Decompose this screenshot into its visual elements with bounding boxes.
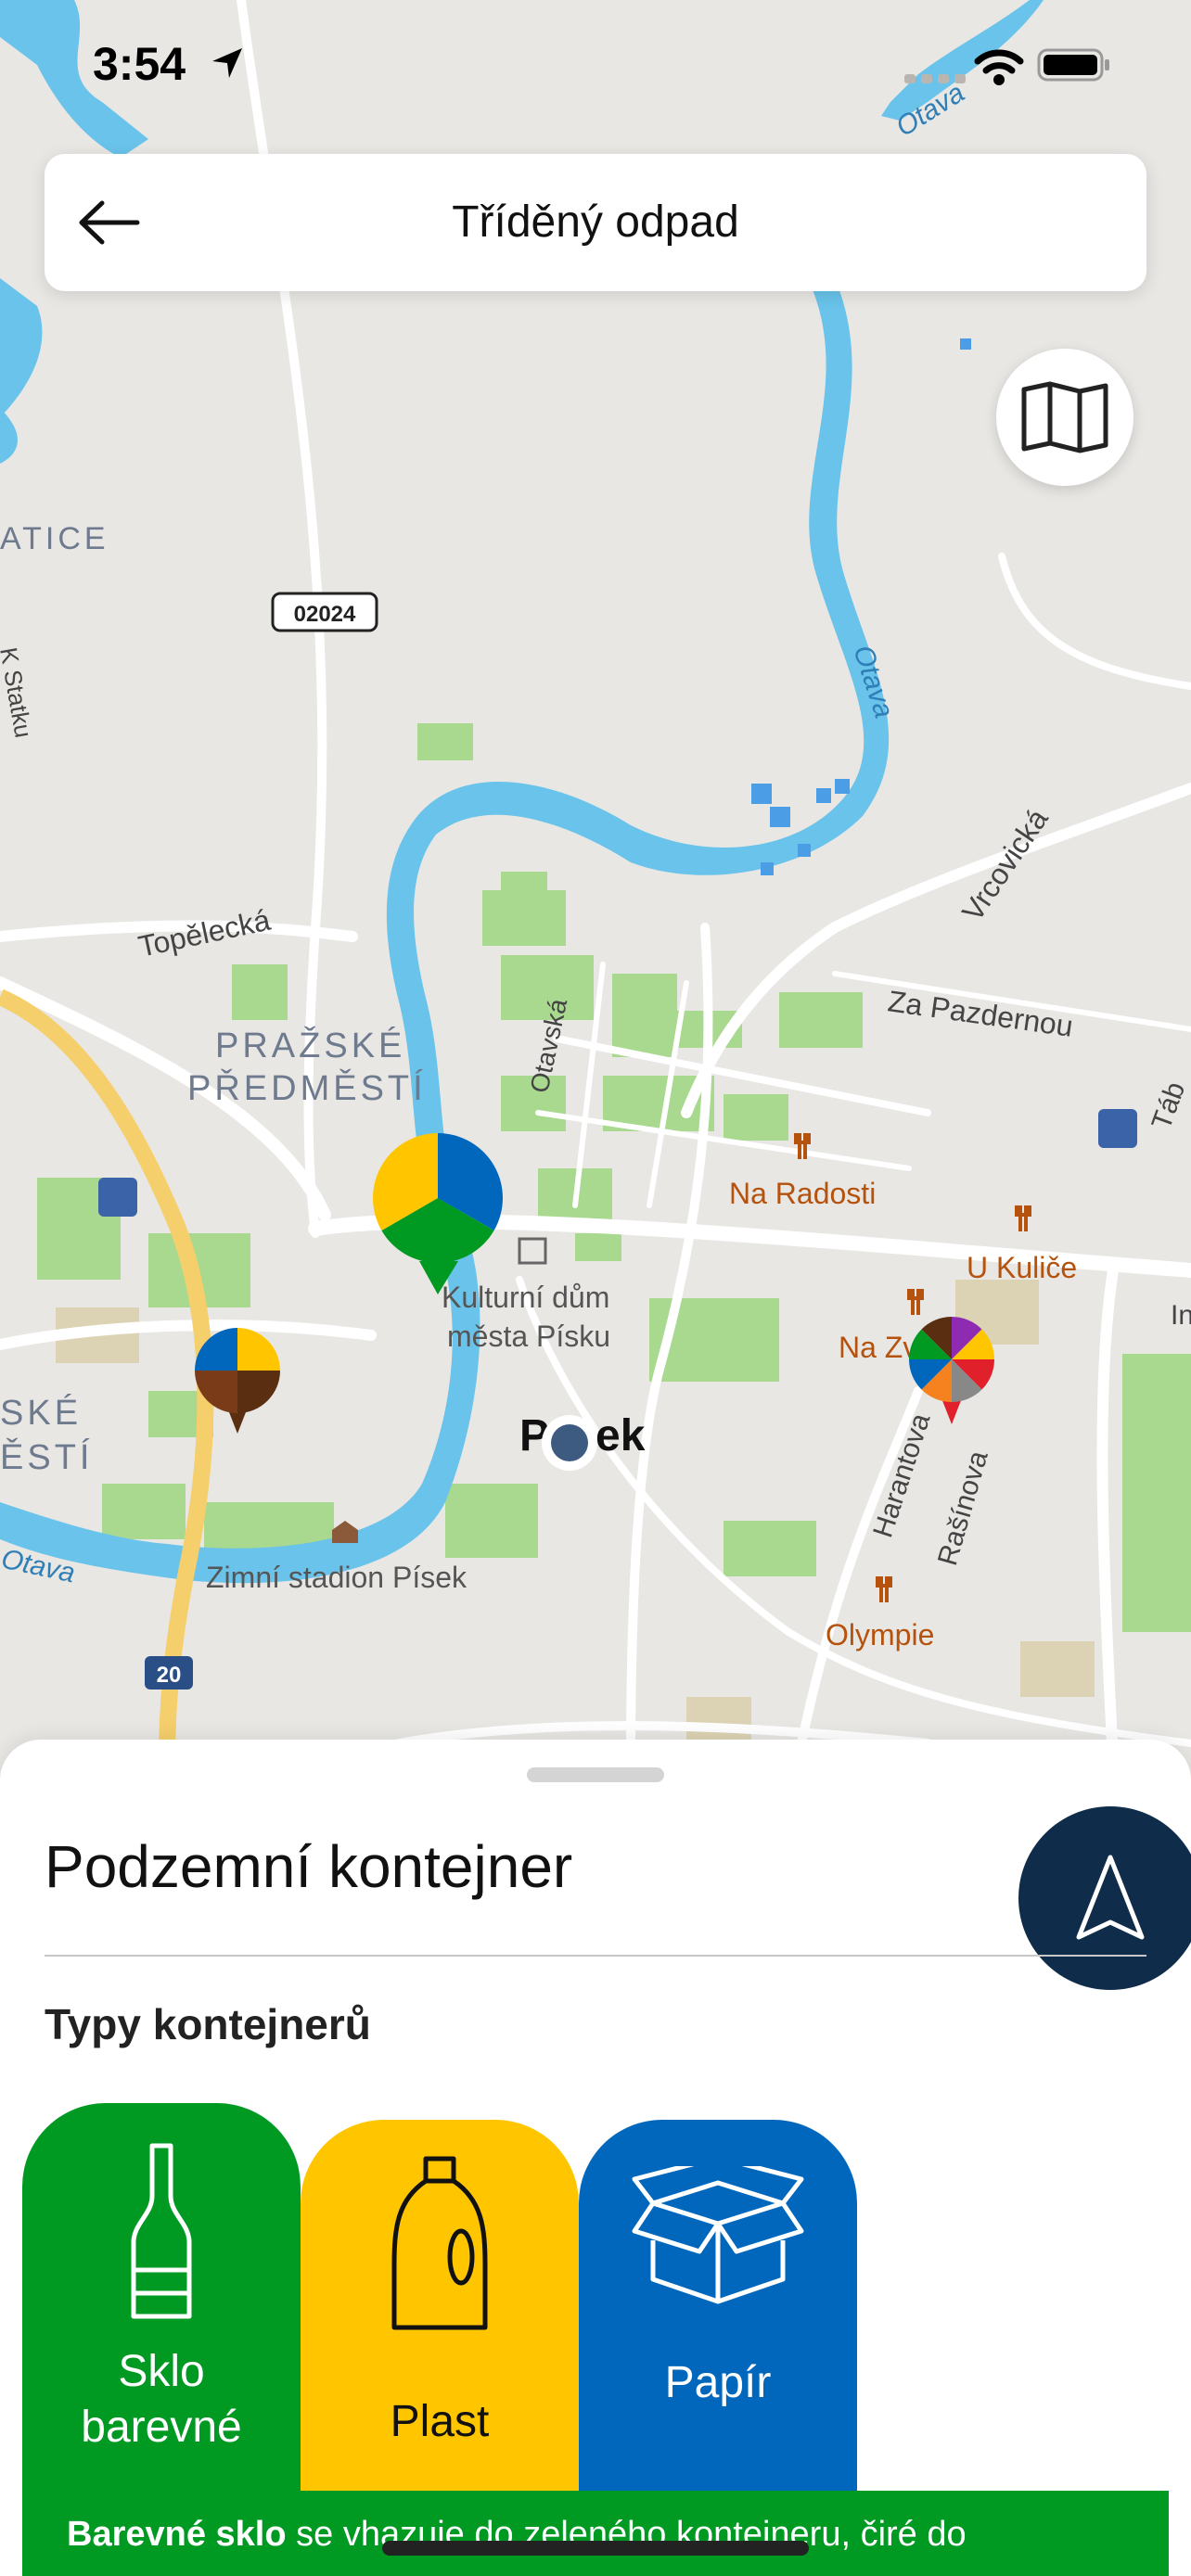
map-label-street: In bbox=[1171, 1300, 1191, 1331]
divider bbox=[45, 1955, 1146, 1957]
battery-icon bbox=[1037, 48, 1109, 82]
map-label-poi: města Písku bbox=[447, 1320, 610, 1353]
map-label-district: SKÉ bbox=[0, 1393, 82, 1433]
bottle-icon bbox=[131, 2143, 192, 2319]
type-label: Sklo bbox=[118, 2347, 205, 2396]
sheet-drag-handle[interactable] bbox=[527, 1767, 664, 1782]
sheet-title: Podzemní kontejner bbox=[45, 1833, 573, 1900]
status-bar: 3:54 bbox=[0, 0, 1191, 121]
page-title: Tříděný odpad bbox=[452, 198, 739, 247]
description-bold: Barevné sklo bbox=[67, 2515, 287, 2554]
plastic-bottle-icon bbox=[391, 2156, 488, 2330]
location-arrow-icon bbox=[212, 48, 242, 78]
type-label: barevné bbox=[81, 2403, 242, 2452]
map-label-poi: Olympie bbox=[826, 1618, 934, 1651]
map-icon bbox=[1021, 381, 1108, 453]
map-label-district: PRAŽSKÉ bbox=[215, 1026, 405, 1065]
wifi-icon bbox=[974, 49, 1024, 85]
navigate-button[interactable] bbox=[1018, 1806, 1191, 1990]
cellular-signal-icon bbox=[904, 74, 966, 83]
box-icon bbox=[632, 2166, 804, 2304]
map-layers-button[interactable] bbox=[996, 349, 1133, 486]
map-label-district: ATICE bbox=[0, 521, 109, 556]
map-label-poi: Zimní stadion Písek bbox=[206, 1561, 467, 1594]
type-description: Barevné sklo se vhazuje do zeleného kont… bbox=[22, 2491, 1169, 2576]
user-location-dot bbox=[542, 1415, 597, 1471]
navigation-arrow-icon bbox=[1076, 1855, 1145, 1940]
type-label: Plast bbox=[390, 2397, 490, 2446]
top-app-bar: Tříděný odpad bbox=[45, 154, 1146, 291]
status-time: 3:54 bbox=[93, 38, 186, 90]
home-indicator[interactable] bbox=[382, 2541, 809, 2556]
map-label-poi: Na Radosti bbox=[729, 1177, 876, 1210]
section-heading: Typy kontejnerů bbox=[45, 2000, 371, 2048]
type-label: Papír bbox=[664, 2358, 772, 2407]
road-shield-02024: 02024 bbox=[294, 602, 356, 627]
map-label-town: ek bbox=[596, 1411, 646, 1460]
map-label-poi: U Kuliče bbox=[967, 1251, 1077, 1284]
map-label-poi: Kulturní dům bbox=[442, 1281, 609, 1314]
detail-sheet[interactable]: Podzemní kontejner Typy kontejnerů Sklo … bbox=[0, 1740, 1191, 2576]
map-label-district: PŘEDMĚSTÍ bbox=[187, 1068, 427, 1108]
road-shield-20: 20 bbox=[157, 1663, 182, 1688]
map-label-district: ĚSTÍ bbox=[0, 1437, 93, 1477]
